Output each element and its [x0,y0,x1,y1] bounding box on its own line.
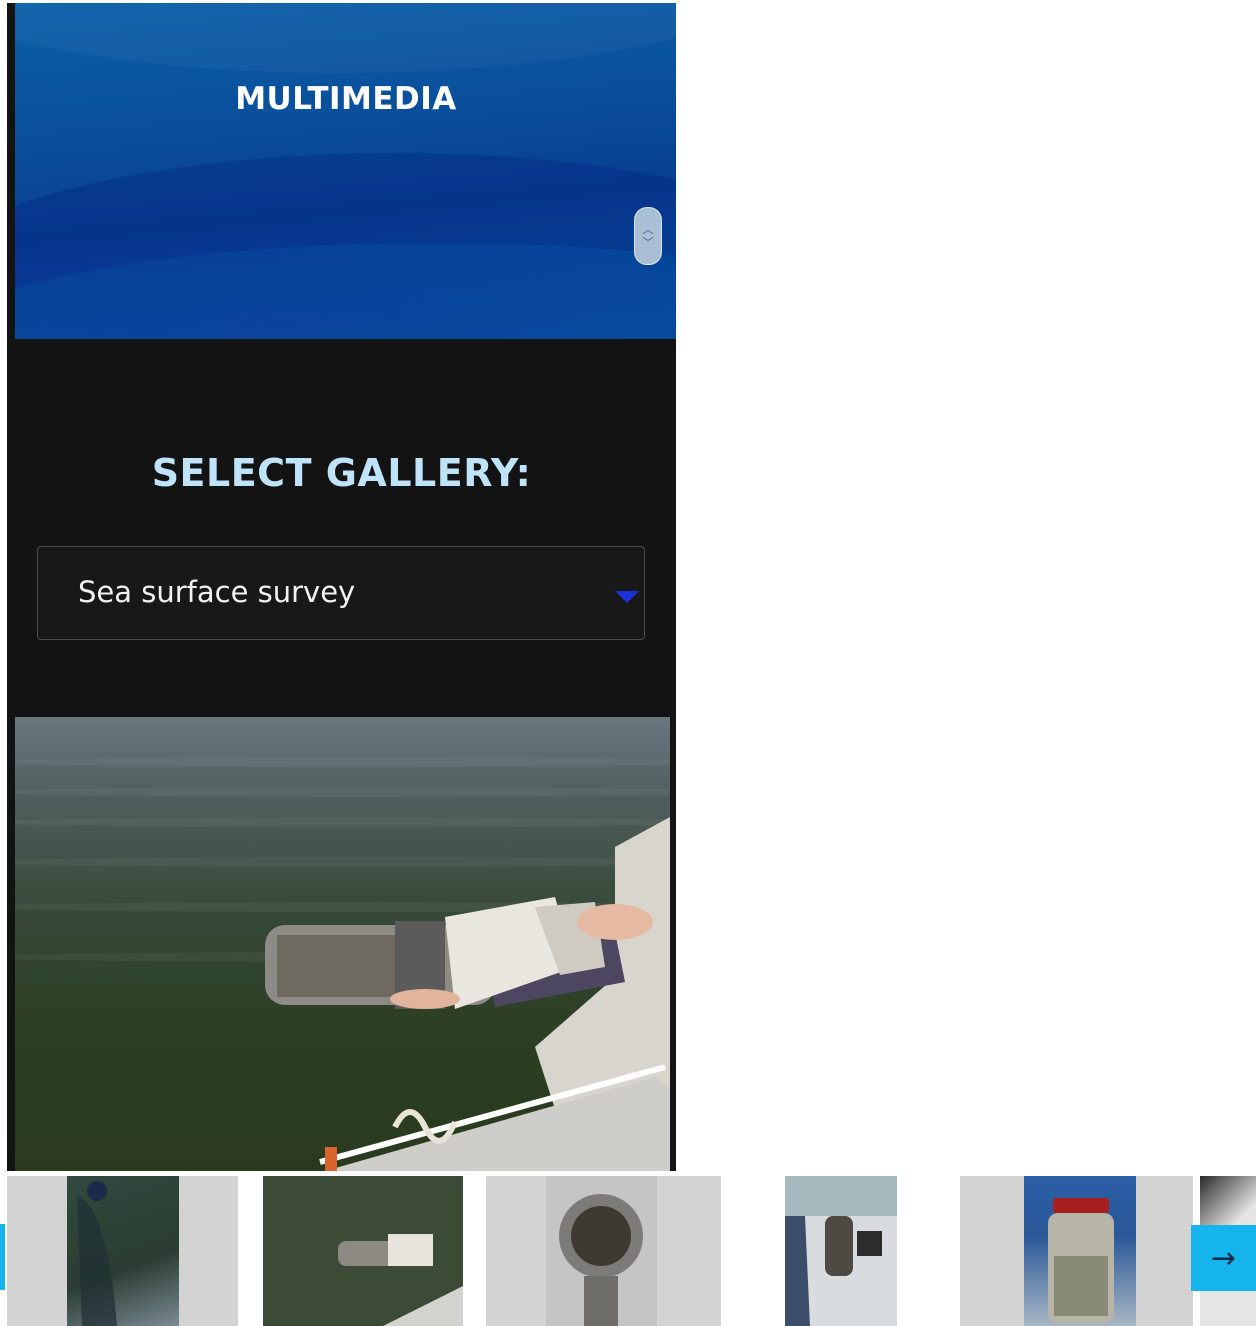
mobile-viewport: MULTIMEDIA ︿ ﹀ SELECT GALLERY: Sea surfa… [7,3,676,1171]
thumb-buoy-line[interactable] [7,1176,238,1326]
thumb-net-mouth[interactable] [486,1176,721,1326]
page-title: MULTIMEDIA [235,81,457,117]
select-gallery-heading: SELECT GALLERY: [151,451,532,495]
main-gallery-image[interactable] [15,717,670,1171]
chevron-up-icon: ︿ [642,223,654,236]
gallery-select-value: Sea surface survey [78,575,356,609]
arrow-right-icon: → [1210,1240,1237,1276]
gallery-select[interactable]: Sea surface survey [37,546,645,640]
hero-banner: MULTIMEDIA [15,3,676,339]
thumb-sample-jar[interactable] [960,1176,1193,1326]
caret-down-icon [615,591,639,603]
thumb-net-tube[interactable] [263,1176,463,1326]
thumb-boat-deck[interactable] [785,1176,897,1326]
scroll-handle[interactable]: ︿ ﹀ [634,207,662,265]
chevron-down-icon: ﹀ [642,236,654,249]
gallery-next-button[interactable]: → [1191,1225,1256,1291]
gallery-prev-button[interactable] [0,1224,5,1290]
thumbnail-strip [7,1176,1256,1326]
